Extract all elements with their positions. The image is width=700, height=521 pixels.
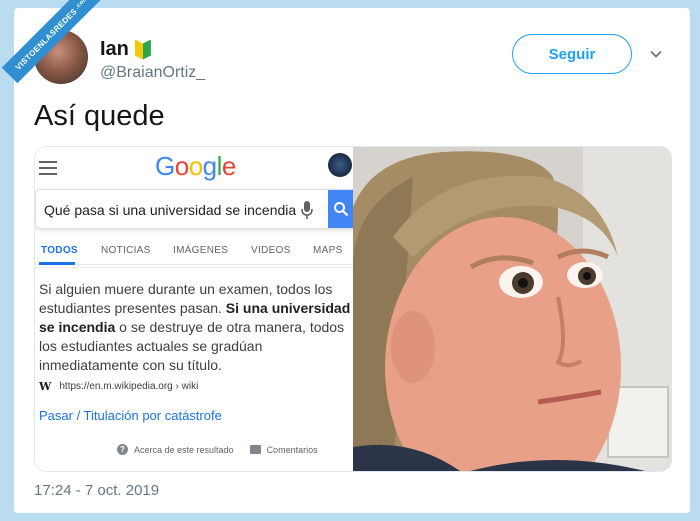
about-result-label: Acerca de este resultado bbox=[134, 444, 234, 455]
beginner-mark-icon bbox=[135, 40, 151, 60]
feedback-icon bbox=[249, 445, 261, 454]
tab-noticias: NOTICIAS bbox=[101, 245, 151, 256]
snippet-source: W https://en.m.wikipedia.org › wiki bbox=[39, 380, 198, 393]
user-name-row[interactable]: Ian bbox=[100, 38, 151, 61]
reaction-face-illustration bbox=[353, 147, 671, 471]
snippet-footer: ? Acerca de este resultado Comentarios bbox=[117, 444, 318, 455]
tweet-timestamp[interactable]: 17:24 - 7 oct. 2019 bbox=[34, 482, 159, 499]
user-handle[interactable]: @BraianOrtiz_ bbox=[100, 64, 205, 82]
reaction-photo bbox=[353, 147, 671, 471]
tab-imagenes: IMÁGENES bbox=[173, 245, 229, 256]
chevron-down-icon[interactable] bbox=[650, 48, 662, 60]
search-button bbox=[328, 190, 354, 228]
snippet-text: Si alguien muere durante un examen, todo… bbox=[39, 281, 351, 373]
help-icon: ? bbox=[117, 444, 128, 455]
google-screenshot: Google Qué pasa si una universidad se in… bbox=[35, 147, 354, 471]
user-name[interactable]: Ian bbox=[100, 38, 129, 61]
tweet-card: Ian @BraianOrtiz_ Seguir Así quede Googl… bbox=[14, 8, 690, 513]
google-logo: Google bbox=[155, 151, 236, 181]
tweet-text: Así quede bbox=[34, 100, 165, 132]
tweet-media[interactable]: Google Qué pasa si una universidad se in… bbox=[34, 146, 672, 472]
source-url: https://en.m.wikipedia.org › wiki bbox=[59, 381, 199, 392]
search-query: Qué pasa si una universidad se incendia bbox=[44, 202, 297, 218]
menu-icon bbox=[39, 161, 57, 175]
featured-snippet: Si alguien muere durante un examen, todo… bbox=[35, 267, 353, 471]
profile-avatar-icon bbox=[328, 153, 352, 177]
search-box: Qué pasa si una universidad se incendia bbox=[35, 189, 354, 229]
wikipedia-icon: W bbox=[39, 380, 52, 393]
tab-maps: MAPS bbox=[313, 245, 343, 256]
comments-label: Comentarios bbox=[266, 444, 318, 455]
tab-todos: TODOS bbox=[41, 245, 78, 256]
active-tab-indicator bbox=[39, 262, 75, 265]
follow-button[interactable]: Seguir bbox=[512, 34, 632, 74]
tab-videos: VIDEOS bbox=[251, 245, 291, 256]
result-link: Pasar / Titulación por catástrofe bbox=[39, 408, 222, 423]
search-icon bbox=[334, 202, 349, 217]
search-tabs: TODOS NOTICIAS IMÁGENES VIDEOS MAPS bbox=[35, 239, 353, 265]
microphone-icon bbox=[301, 201, 313, 219]
